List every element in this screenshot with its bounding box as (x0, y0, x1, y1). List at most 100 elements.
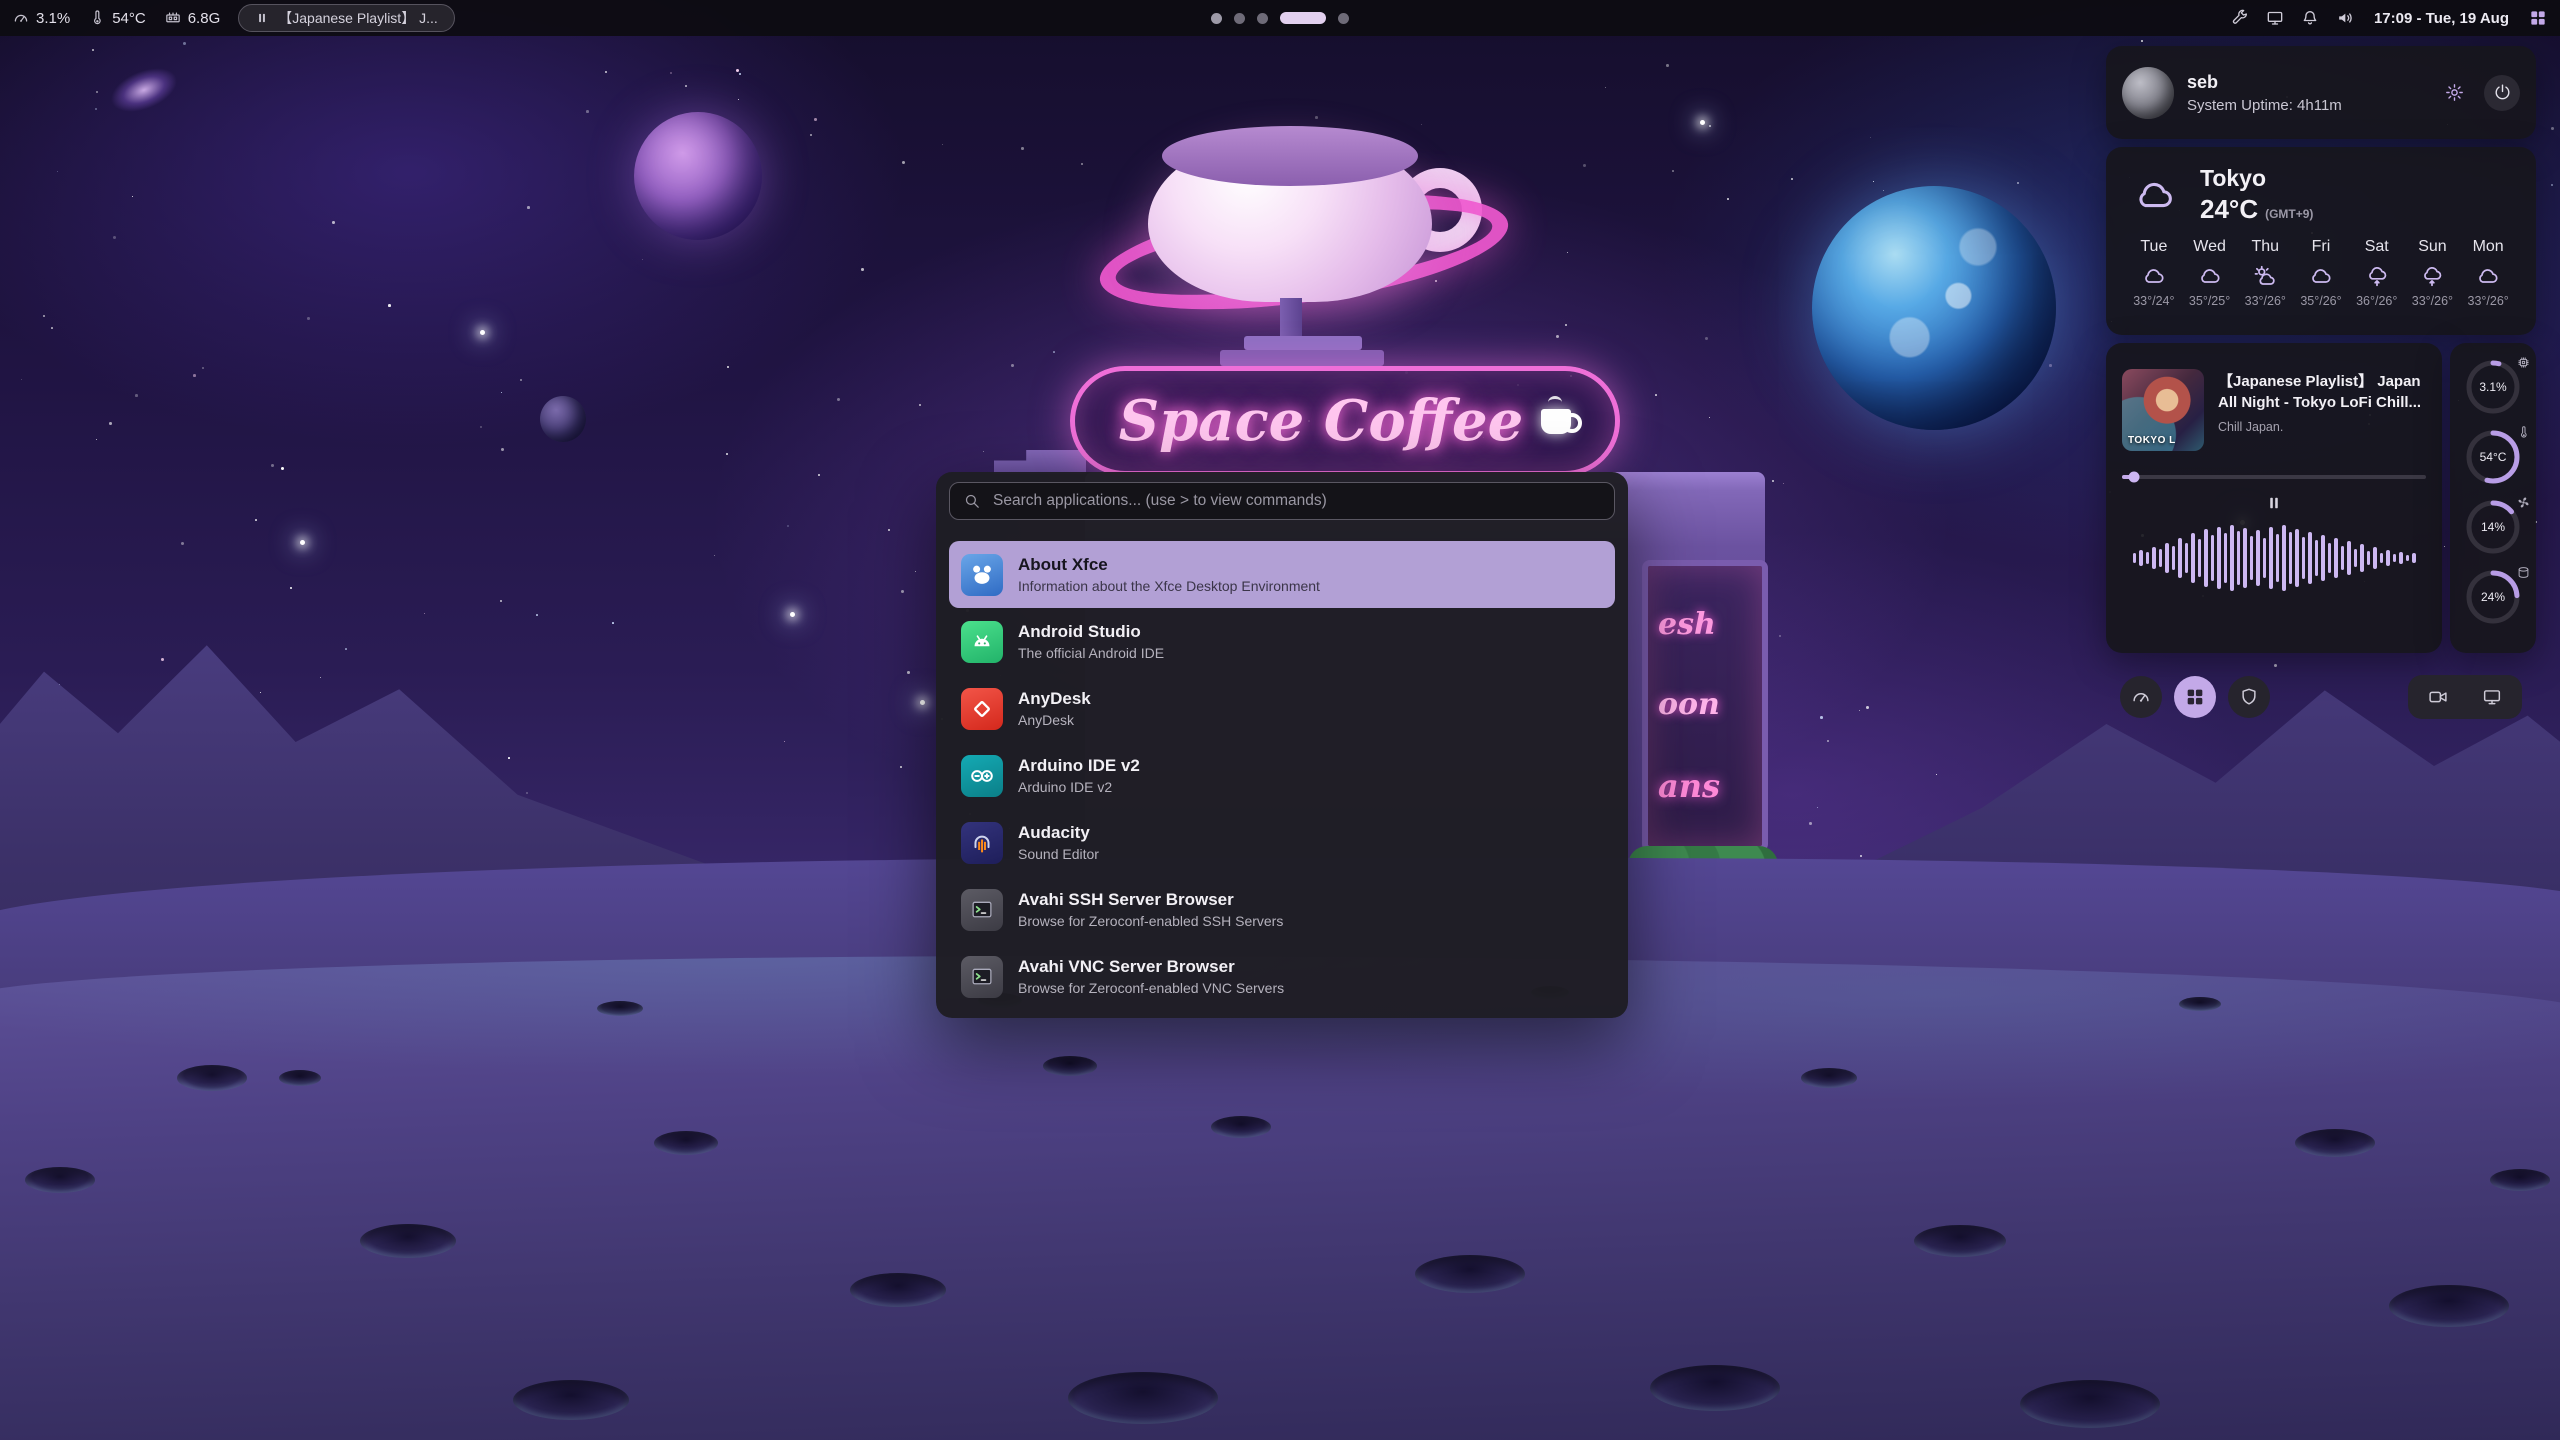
app-text: Avahi SSH Server Browser Browse for Zeroc… (1018, 890, 1283, 929)
waveform-bar (2139, 550, 2143, 566)
app-desc: Information about the Xfce Desktop Envir… (1018, 578, 1320, 594)
day-temps: 33°/26° (2460, 294, 2516, 308)
temperature-stat: 54°C (88, 9, 146, 27)
day-name: Sat (2349, 238, 2405, 256)
app-title: Avahi SSH Server Browser (1018, 890, 1283, 910)
waveform-bar (2308, 532, 2312, 584)
cloud-up-icon (2418, 263, 2446, 289)
memory-stat: 6.8G (164, 9, 221, 27)
search-input[interactable] (993, 492, 1601, 510)
crater (2179, 997, 2221, 1011)
track-title-line2: All Night - Tokyo LoFi Chill... (2218, 392, 2421, 413)
terminal-icon (961, 956, 1003, 998)
workspace-dot-3[interactable] (1257, 13, 1268, 24)
app-row-anydesk[interactable]: AnyDeskAnyDesk (949, 675, 1615, 742)
seek-bar[interactable] (2122, 475, 2426, 479)
forecast-day-sat: Sat36°/26° (2349, 238, 2405, 308)
app-row-audacity[interactable]: AudacitySound Editor (949, 809, 1615, 876)
disk-icon (2516, 565, 2531, 580)
crater (279, 1070, 321, 1086)
terminal-icon (961, 889, 1003, 931)
crater (1914, 1225, 2006, 1257)
day-temps: 33°/26° (2405, 294, 2461, 308)
tools-icon[interactable] (2230, 8, 2250, 28)
network-display-icon[interactable] (2265, 8, 2285, 28)
dashboard-button[interactable] (2120, 676, 2162, 718)
workspace-active-pill[interactable] (1280, 12, 1326, 24)
waveform-bar (2321, 535, 2325, 581)
gauge-54C: 54°C (2465, 429, 2521, 485)
dashboard-panel: seb System Uptime: 4h11m Tokyo 24°C (GMT… (2106, 46, 2536, 724)
app-text: Avahi VNC Server BrowserBrowse for Zeroc… (1018, 957, 1284, 996)
volume-icon[interactable] (2335, 8, 2355, 28)
forecast-day-fri: Fri35°/26° (2293, 238, 2349, 308)
app-row-avahi-ssh-server-browser[interactable]: Avahi SSH Server Browser Browse for Zeroc… (949, 876, 1615, 943)
dock-buttons (2106, 669, 2536, 724)
workspace-dot-1[interactable] (1211, 13, 1222, 24)
app-row-arduino-ide-v2[interactable]: Arduino IDE v2Arduino IDE v2 (949, 742, 1615, 809)
screenshot-button[interactable] (2470, 679, 2514, 715)
pause-button[interactable] (2122, 494, 2426, 512)
gauge-value: 3.1% (2465, 359, 2521, 415)
workspace-dot-2[interactable] (1234, 13, 1245, 24)
waveform-bar (2230, 525, 2234, 591)
waveform-bar (2360, 544, 2364, 572)
waveform-bar (2237, 531, 2241, 585)
seek-bar-knob[interactable] (2129, 472, 2140, 483)
forecast-day-thu: Thu33°/26° (2237, 238, 2293, 308)
album-art-label: TOKYO L (2128, 435, 2176, 446)
waveform-bar (2211, 535, 2215, 581)
app-title: AnyDesk (1018, 689, 1091, 709)
waveform-bar (2263, 538, 2267, 578)
topbar-tray: 17:09 - Tue, 19 Aug (2230, 8, 2548, 28)
track-title-line1: 【Japanese Playlist】 Japan (2218, 371, 2421, 392)
weather-timezone: (GMT+9) (2265, 207, 2313, 221)
waveform-bar (2373, 547, 2377, 569)
media-text: 【Japanese Playlist】 Japan All Night - To… (2218, 369, 2421, 451)
app-grid-icon[interactable] (2528, 8, 2548, 28)
app-desc: Browse for Zeroconf-enabled SSH Servers (1018, 913, 1283, 929)
gauge-value: 54°C (2465, 429, 2521, 485)
crater (850, 1273, 946, 1307)
waveform-bar (2146, 552, 2150, 564)
crater (177, 1065, 247, 1091)
shield-button[interactable] (2228, 676, 2270, 718)
screen-record-button[interactable] (2416, 679, 2460, 715)
waveform-bar (2243, 528, 2247, 588)
app-row-avahi-vnc-server-browser[interactable]: Avahi VNC Server BrowserBrowse for Zeroc… (949, 943, 1615, 1010)
weather-forecast: Tue33°/24°Wed35°/25°Thu33°/26°Fri35°/26°… (2126, 238, 2516, 308)
now-playing-pill[interactable]: 【Japanese Playlist】 J... (238, 4, 455, 32)
cloud-icon (2307, 263, 2335, 289)
audacity-icon (961, 822, 1003, 864)
waveform-bar (2295, 529, 2299, 587)
weather-card: Tokyo 24°C (GMT+9) Tue33°/24°Wed35°/25°T… (2106, 147, 2536, 335)
waveform-bar (2412, 553, 2416, 563)
settings-button[interactable] (2436, 75, 2472, 111)
app-desc: The official Android IDE (1018, 645, 1164, 661)
notifications-bell-icon[interactable] (2300, 8, 2320, 28)
waveform-bar (2185, 543, 2189, 573)
workspace-indicator (1211, 12, 1349, 24)
waveform-bar (2354, 549, 2358, 567)
app-row-about-xfce[interactable]: About XfceInformation about the Xfce Des… (949, 541, 1615, 608)
clock[interactable]: 17:09 - Tue, 19 Aug (2374, 10, 2509, 27)
app-desc: Browse for Zeroconf-enabled VNC Servers (1018, 980, 1284, 996)
crater (2389, 1285, 2509, 1327)
app-row-android-studio[interactable]: Android StudioThe official Android IDE (949, 608, 1615, 675)
forecast-day-mon: Mon33°/26° (2460, 238, 2516, 308)
anydesk-icon (961, 688, 1003, 730)
crater (2295, 1129, 2375, 1157)
waveform-bar (2250, 536, 2254, 580)
day-temps: 33°/26° (2237, 294, 2293, 308)
track-subtitle: Chill Japan. (2218, 420, 2421, 434)
widgets-button[interactable] (2174, 676, 2216, 718)
crater (1068, 1372, 1218, 1424)
thermometer-icon (88, 9, 106, 27)
workspace-dot-5[interactable] (1338, 13, 1349, 24)
crater (1650, 1365, 1780, 1411)
crater (1801, 1068, 1857, 1088)
crater (2490, 1169, 2550, 1191)
power-button[interactable] (2484, 75, 2520, 111)
crater (654, 1131, 718, 1155)
media-player-card: TOKYO L 【Japanese Playlist】 Japan All Ni… (2106, 343, 2442, 653)
